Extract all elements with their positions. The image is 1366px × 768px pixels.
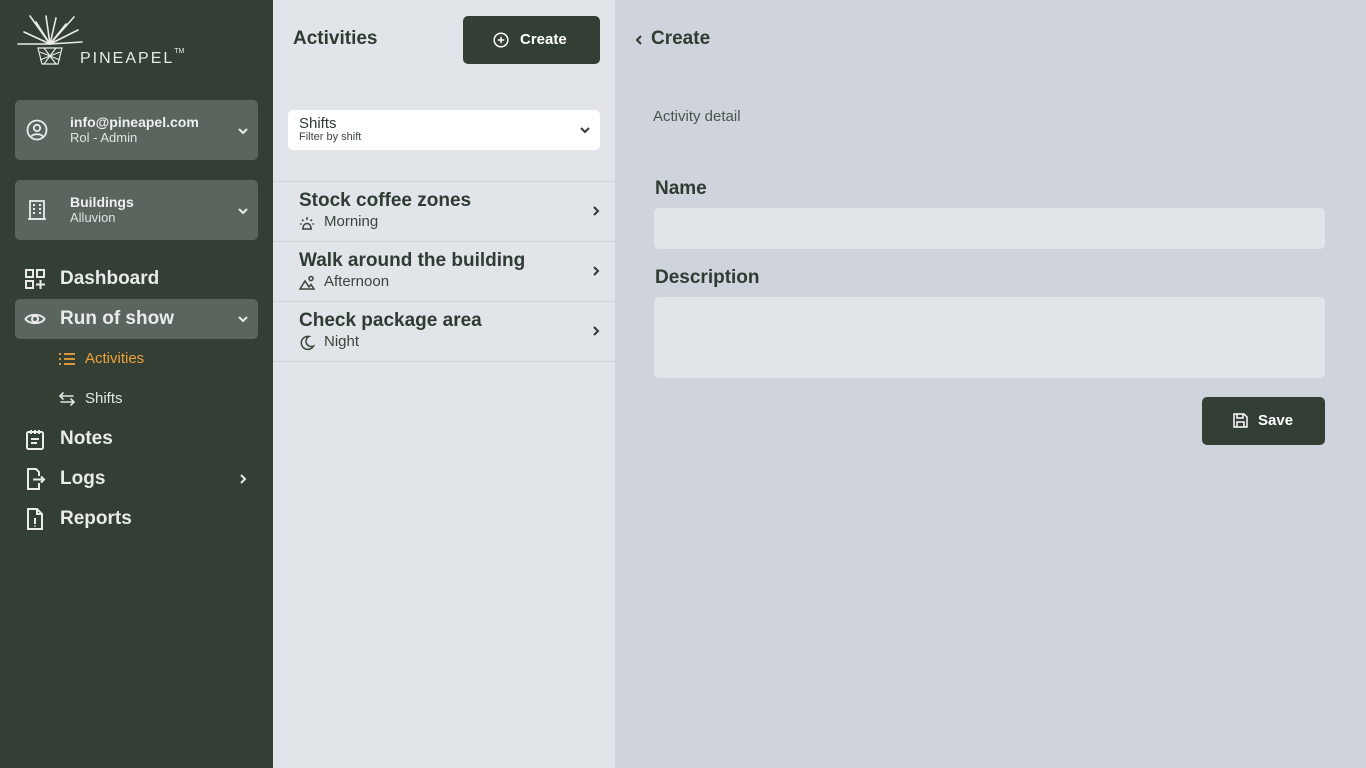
nav-label: Reports — [60, 508, 132, 529]
activity-shift: Afternoon — [324, 273, 390, 290]
save-button[interactable]: Save — [1202, 397, 1325, 445]
subnav-label: Shifts — [85, 390, 123, 407]
swap-arrows-icon — [58, 392, 76, 406]
description-textarea[interactable] — [654, 297, 1325, 378]
nav-notes[interactable]: Notes — [15, 419, 258, 459]
mountain-sun-icon — [299, 275, 315, 290]
activity-shift: Morning — [324, 213, 379, 230]
buildings-title: Buildings — [70, 194, 134, 210]
user-circle-icon — [26, 119, 48, 141]
description-label: Description — [655, 267, 760, 288]
activity-shift: Night — [324, 333, 360, 350]
chevron-right-icon — [593, 266, 600, 276]
activity-title: Check package area — [299, 310, 482, 331]
create-button-label: Create — [520, 31, 567, 48]
nav-logs[interactable]: Logs — [15, 459, 258, 499]
chevron-right-icon — [240, 474, 247, 484]
building-selector-card[interactable]: Buildings Alluvion — [15, 180, 258, 240]
activities-list-panel: Activities Create Shifts Filter by shift… — [273, 0, 615, 768]
chevron-right-icon — [593, 326, 600, 336]
chevron-left-icon — [635, 35, 642, 45]
chevron-down-icon — [238, 316, 248, 323]
nav-run-of-show[interactable]: Run of show — [15, 299, 258, 339]
file-export-icon — [27, 468, 46, 490]
moon-icon — [300, 335, 315, 351]
create-button[interactable]: Create — [463, 16, 600, 64]
user-account-card[interactable]: info@pineapel.com Rol - Admin — [15, 100, 258, 160]
shift-filter-select[interactable]: Shifts Filter by shift — [288, 110, 600, 150]
floppy-disk-icon — [1233, 413, 1248, 428]
activity-detail-panel: Create Activity detail Name Description … — [615, 0, 1366, 768]
pineapple-leaves-icon — [17, 15, 83, 65]
filter-label: Shifts — [299, 115, 337, 132]
eye-icon — [24, 313, 46, 325]
chevron-down-icon — [238, 128, 248, 135]
filter-hint: Filter by shift — [299, 131, 362, 143]
chevron-right-icon — [593, 206, 600, 216]
plus-circle-icon — [493, 32, 509, 48]
user-role: Rol - Admin — [70, 130, 138, 145]
nav-label: Run of show — [60, 308, 174, 329]
nav-dashboard[interactable]: Dashboard — [15, 259, 258, 299]
name-input[interactable] — [654, 208, 1325, 249]
list-icon — [59, 353, 75, 365]
pineapel-logo[interactable]: PINEAPELTM — [16, 14, 196, 70]
subnav-activities[interactable]: Activities — [58, 347, 168, 371]
list-item[interactable]: Stock coffee zones Morning — [273, 182, 615, 242]
report-file-icon — [27, 508, 43, 530]
building-name: Alluvion — [70, 210, 116, 225]
subnav-shifts[interactable]: Shifts — [58, 387, 148, 411]
list-item[interactable]: Check package area Night — [273, 302, 615, 362]
activity-title: Walk around the building — [299, 250, 526, 271]
back-button[interactable]: Create — [633, 28, 743, 52]
section-label: Activity detail — [653, 108, 741, 125]
nav-label: Logs — [60, 468, 106, 489]
chevron-down-icon — [580, 127, 590, 134]
subnav-label: Activities — [85, 350, 145, 367]
save-button-label: Save — [1258, 412, 1294, 429]
panel-title: Activities — [293, 28, 378, 49]
nav-label: Dashboard — [60, 268, 160, 289]
dashboard-grid-icon — [25, 269, 45, 289]
sidebar: PINEAPELTM info@pineapel.com Rol - Admin… — [0, 0, 273, 768]
chevron-down-icon — [238, 208, 248, 215]
sunrise-icon — [300, 217, 314, 230]
building-icon — [28, 200, 46, 220]
list-item[interactable]: Walk around the building Afternoon — [273, 242, 615, 302]
nav-reports[interactable]: Reports — [15, 499, 258, 539]
nav-label: Notes — [60, 428, 113, 449]
activity-title: Stock coffee zones — [299, 190, 472, 211]
notepad-icon — [26, 430, 44, 450]
user-email: info@pineapel.com — [70, 114, 199, 130]
brand-name: PINEAPELTM — [80, 48, 185, 67]
activities-list: Stock coffee zones Morning Walk around t… — [273, 181, 615, 362]
name-label: Name — [655, 178, 707, 199]
detail-title: Create — [651, 28, 711, 49]
